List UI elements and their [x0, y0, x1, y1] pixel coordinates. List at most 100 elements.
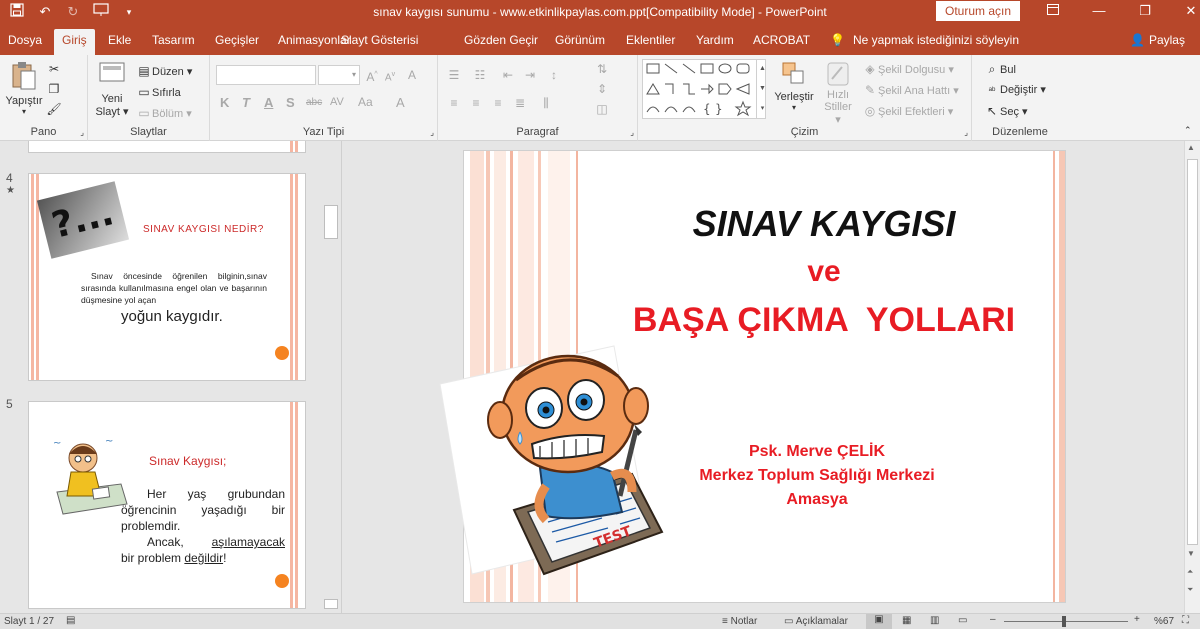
sign-in-button[interactable]: Oturum açın — [936, 1, 1020, 21]
tab-acrobat[interactable]: ACROBAT — [745, 29, 818, 55]
quick-styles-button[interactable]: Hızlı Stiller ▾ — [820, 61, 856, 126]
share-button[interactable]: 👤 Paylaş — [1130, 33, 1185, 47]
thumbnail-scroll-thumb[interactable] — [324, 205, 338, 239]
slide-thumbnail-3[interactable] — [28, 141, 306, 153]
ribbon-display-icon[interactable] — [1030, 0, 1076, 24]
window-title: sınav kaygısı sunumu - www.etkinlikpayla… — [373, 5, 827, 19]
zoom-in-icon[interactable]: + — [1134, 614, 1140, 625]
find-button[interactable]: ⌕ Bul — [984, 61, 1016, 77]
tab-gorunum[interactable]: Görünüm — [547, 29, 613, 55]
minimize-icon[interactable]: — — [1076, 0, 1122, 24]
shape-effects-button[interactable]: ◎ Şekil Efektleri ▾ — [862, 103, 953, 119]
change-case-button[interactable]: Aa — [358, 95, 373, 109]
numbering-icon[interactable]: ☷ — [472, 67, 488, 83]
shape-outline-button[interactable]: ✎ Şekil Ana Hattı ▾ — [862, 82, 959, 98]
tab-yardim[interactable]: Yardım — [688, 29, 742, 55]
shape-fill-button[interactable]: ◈ Şekil Dolgusu ▾ — [862, 61, 953, 77]
notes-button[interactable]: ≡ Notlar — [722, 616, 757, 627]
reset-button[interactable]: ▭ Sıfırla — [136, 84, 180, 100]
shapes-gallery[interactable]: { } — [642, 59, 766, 119]
tab-dosya[interactable]: Dosya — [0, 29, 50, 55]
yazi-tipi-launcher-icon[interactable]: ⌟ — [430, 128, 434, 137]
cizim-launcher-icon[interactable]: ⌟ — [964, 128, 968, 137]
svg-text:~: ~ — [105, 436, 113, 447]
restore-icon[interactable]: ❐ — [1122, 0, 1168, 24]
slide-thumbnail-4[interactable]: ?... SINAV KAYGISI NEDİR? Sınav öncesind… — [28, 173, 306, 381]
fit-to-window-icon[interactable]: ⛶ — [1182, 615, 1189, 626]
align-center-icon[interactable]: ≡ — [468, 95, 484, 111]
shrink-font-icon[interactable]: Av — [382, 67, 398, 83]
slide-scrollbar[interactable]: ▲ ▼ ⏶ ⏷ — [1184, 141, 1200, 613]
collapse-ribbon-icon[interactable]: ⌃ — [1184, 125, 1192, 136]
font-color-button[interactable]: A — [396, 95, 405, 110]
tab-slayt-gosterisi[interactable]: Slayt Gösterisi — [333, 29, 426, 55]
align-text-icon[interactable]: ⇕ — [594, 81, 610, 97]
tab-eklentiler[interactable]: Eklentiler — [618, 29, 683, 55]
zoom-slider-handle[interactable] — [1062, 616, 1066, 627]
thumbnail-scroll-lower[interactable] — [324, 599, 338, 609]
tab-ekle[interactable]: Ekle — [100, 29, 139, 55]
normal-view-icon[interactable]: ▣ — [866, 614, 892, 629]
char-spacing-button[interactable]: AV — [330, 96, 344, 108]
font-size-box[interactable]: ▾ — [318, 65, 360, 85]
previous-slide-icon[interactable]: ⏶ — [1187, 567, 1193, 577]
replace-button[interactable]: ᵃᵇ Değiştir ▾ — [984, 82, 1046, 98]
reading-view-icon[interactable]: ▥ — [930, 615, 939, 626]
slide-scroll-thumb[interactable] — [1187, 159, 1198, 545]
scroll-up-icon[interactable]: ▲ — [1187, 143, 1195, 152]
scroll-down-icon[interactable]: ▼ — [1187, 549, 1195, 558]
shapes-scroll[interactable]: ▲ ▼ ▾ — [756, 59, 768, 119]
next-slide-icon[interactable]: ⏷ — [1187, 585, 1193, 595]
group-label-yazi-tipi: Yazı Tipi — [302, 126, 345, 138]
format-painter-icon[interactable]: 🖌 — [46, 101, 62, 117]
columns-icon[interactable]: ⫼ — [538, 95, 554, 111]
font-name-box[interactable] — [216, 65, 316, 85]
paste-button[interactable]: Yapıştır ▾ — [4, 61, 44, 121]
clear-format-icon[interactable]: A — [404, 67, 420, 83]
paragraf-launcher-icon[interactable]: ⌟ — [630, 128, 634, 137]
smartart-icon[interactable]: ◫ — [594, 101, 610, 117]
copy-icon[interactable]: ❐ — [46, 81, 62, 97]
tab-gozden-gecir[interactable]: Gözden Geçir — [456, 29, 546, 55]
new-slide-button[interactable]: Yeni Slayt ▾ — [94, 61, 130, 118]
italic-button[interactable]: T — [242, 95, 250, 110]
stressed-student-image: ~ ~ — [53, 436, 128, 515]
slide-thumbnail-5[interactable]: ~ ~ Sınav Kaygısı; Her yaş grubundan öğr… — [28, 401, 306, 609]
tab-gecisler[interactable]: Geçişler — [207, 29, 267, 55]
align-left-icon[interactable]: ≡ — [446, 95, 462, 111]
spelling-icon[interactable]: ▤ — [66, 615, 75, 626]
thumbnail-scrollbar[interactable] — [322, 141, 340, 613]
tell-me-box[interactable]: 💡 Ne yapmak istediğinizi söyleyin — [830, 33, 1019, 47]
select-button[interactable]: ↖ Seç ▾ — [984, 103, 1028, 119]
quick-styles-label-1: Hızlı — [827, 89, 849, 101]
bold-button[interactable]: K — [220, 95, 229, 110]
cut-icon[interactable]: ✂ — [46, 61, 62, 77]
tab-tasarim[interactable]: Tasarım — [144, 29, 203, 55]
effects-icon: ◎ — [864, 104, 876, 118]
shadow-button[interactable]: abc — [306, 97, 322, 108]
layout-button[interactable]: ▤ Düzen ▾ — [136, 63, 192, 79]
strikethrough-button[interactable]: S — [286, 95, 295, 110]
zoom-out-icon[interactable]: – — [990, 614, 996, 625]
comments-button[interactable]: ▭ Açıklamalar — [784, 616, 848, 627]
arrange-button[interactable]: Yerleştir ▾ — [774, 61, 814, 112]
tab-giris[interactable]: Giriş — [54, 29, 95, 55]
increase-indent-icon[interactable]: ⇥ — [522, 67, 538, 83]
bullets-icon[interactable]: ☰ — [446, 67, 462, 83]
zoom-level[interactable]: %67 — [1154, 616, 1174, 627]
zoom-slider[interactable] — [1004, 621, 1128, 622]
grow-font-icon[interactable]: A^ — [364, 67, 380, 84]
share-label: Paylaş — [1148, 33, 1185, 47]
align-right-icon[interactable]: ≡ — [490, 95, 506, 111]
line-spacing-icon[interactable]: ↕ — [546, 67, 562, 83]
slideshow-icon[interactable]: ▭ — [958, 615, 967, 626]
pano-launcher-icon[interactable]: ⌟ — [80, 128, 84, 137]
underline-button[interactable]: A — [264, 95, 273, 110]
close-icon[interactable]: ✕ — [1168, 0, 1200, 24]
slide-sorter-icon[interactable]: ▦ — [902, 615, 911, 626]
justify-icon[interactable]: ≣ — [512, 95, 528, 111]
text-direction-icon[interactable]: ⇅ — [594, 61, 610, 77]
anxious-student-clipart[interactable]: TEST — [436, 336, 696, 596]
decrease-indent-icon[interactable]: ⇤ — [500, 67, 516, 83]
section-button[interactable]: ▭ Bölüm ▾ — [136, 105, 191, 121]
